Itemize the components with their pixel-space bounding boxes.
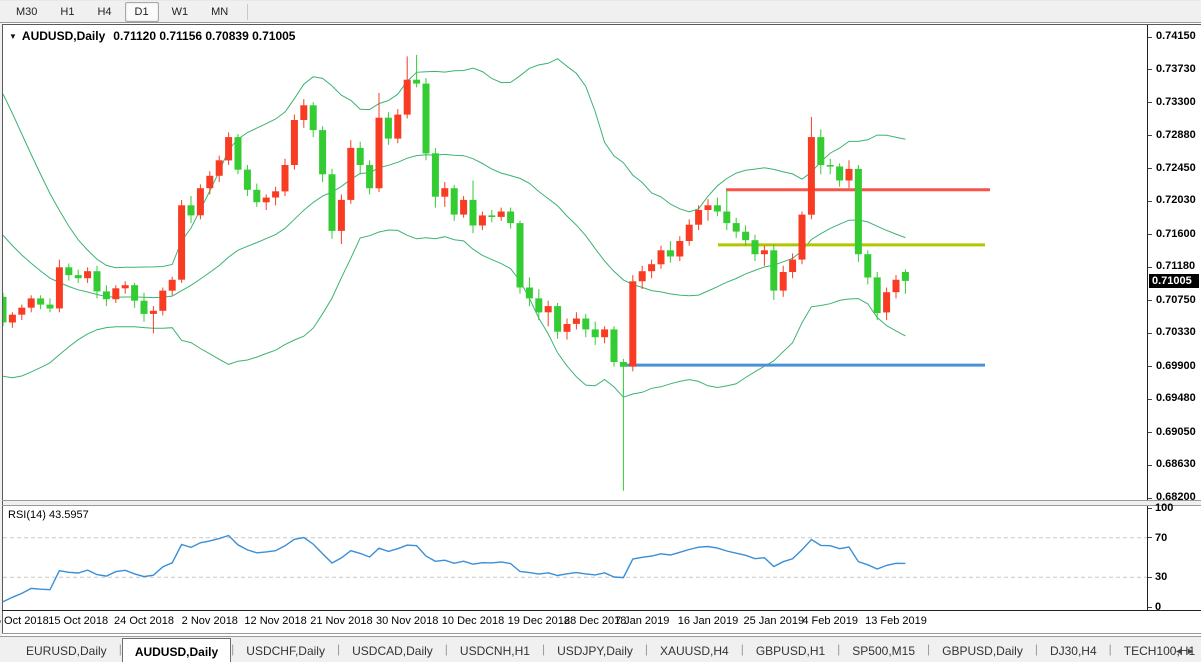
rsi-axis-tick [1148, 508, 1152, 509]
date-axis-label: 4 Feb 2019 [802, 615, 858, 627]
price-axis-label: 0.73730 [1156, 63, 1196, 75]
date-axis-label: 7 Jan 2019 [615, 615, 669, 627]
tab-scroll-buttons: ◄► [1174, 646, 1198, 656]
chart-tab-gbpusd-h1[interactable]: GBPUSD,H1 [744, 640, 837, 662]
price-axis-label: 0.68630 [1156, 458, 1196, 470]
symbol-dropdown-icon[interactable]: ▼ [9, 32, 17, 41]
price-axis-tick [1148, 465, 1152, 466]
rsi-axis-label: 100 [1155, 502, 1173, 514]
price-axis-label: 0.70330 [1156, 326, 1196, 338]
chart-tab-usdjpy-daily[interactable]: USDJPY,Daily [545, 640, 645, 662]
rsi-indicator-label: RSI(14) 43.5957 [8, 509, 89, 521]
rsi-axis-label: 70 [1155, 532, 1167, 544]
price-axis-tick [1148, 300, 1152, 301]
rsi-axis-label: 30 [1155, 571, 1167, 583]
rsi-axis-tick [1148, 577, 1152, 578]
chart-tab-usdcnh-h1[interactable]: USDCNH,H1 [448, 640, 542, 662]
date-axis-label: 24 Oct 2018 [114, 615, 174, 627]
chart-tab-dj30-h4[interactable]: DJ30,H4 [1038, 640, 1109, 662]
chart-tab-bar: EURUSD,Daily|AUDUSD,Daily|USDCHF,Daily|U… [0, 636, 1201, 662]
chart-canvas[interactable] [0, 0, 1201, 662]
price-axis-label: 0.72880 [1156, 129, 1196, 141]
price-axis-tick [1148, 102, 1152, 103]
date-axis-label: 30 Nov 2018 [376, 615, 438, 627]
chart-title: ▼ AUDUSD,Daily 0.71120 0.71156 0.70839 0.7… [9, 29, 295, 43]
rsi-axis-tick [1148, 607, 1152, 608]
price-axis-tick [1148, 399, 1152, 400]
date-axis-label: 10 Dec 2018 [442, 615, 504, 627]
trading-terminal-window: { "toolbar": { "timeframes": ["M30", "H1… [0, 0, 1201, 662]
date-axis-label: 12 Nov 2018 [244, 615, 306, 627]
price-axis-tick [1148, 135, 1152, 136]
price-axis-tick [1148, 432, 1152, 433]
price-axis-tick [1148, 498, 1152, 499]
price-axis-label: 0.74150 [1156, 30, 1196, 42]
price-axis-tick [1148, 37, 1152, 38]
ohlc-values: 0.71120 0.71156 0.70839 0.71005 [113, 29, 295, 43]
chart-tab-usdchf-daily[interactable]: USDCHF,Daily [234, 640, 337, 662]
price-axis-tick [1148, 267, 1152, 268]
rsi-axis-label: 0 [1155, 601, 1161, 613]
price-axis-label: 0.69050 [1156, 426, 1196, 438]
price-axis-label: 0.69480 [1156, 392, 1196, 404]
current-price-tag: 0.71005 [1149, 274, 1199, 288]
date-axis-label: 16 Jan 2019 [678, 615, 739, 627]
chart-tab-xauusd-h4[interactable]: XAUUSD,H4 [648, 640, 741, 662]
date-axis-label: 5 Oct 2018 [0, 615, 49, 627]
price-axis-label: 0.72030 [1156, 194, 1196, 206]
chart-tab-sp500-m15[interactable]: SP500,M15 [840, 640, 927, 662]
price-axis-label: 0.73300 [1156, 96, 1196, 108]
price-axis-label: 0.71600 [1156, 228, 1196, 240]
date-axis-label: 21 Nov 2018 [310, 615, 372, 627]
symbol-label: AUDUSD,Daily [22, 29, 105, 43]
chart-tab-eurusd-daily[interactable]: EURUSD,Daily [14, 640, 119, 662]
chart-tab-usdcad-daily[interactable]: USDCAD,Daily [340, 640, 445, 662]
rsi-axis-tick [1148, 537, 1152, 538]
price-axis-tick [1148, 366, 1152, 367]
price-axis-tick [1148, 201, 1152, 202]
tab-scroll-right-icon[interactable]: ► [1186, 646, 1198, 656]
date-axis-label: 2 Nov 2018 [182, 615, 238, 627]
price-axis-label: 0.72450 [1156, 162, 1196, 174]
price-axis-tick [1148, 69, 1152, 70]
date-axis-label: 19 Dec 2018 [508, 615, 570, 627]
chart-tab-audusd-daily[interactable]: AUDUSD,Daily [122, 638, 231, 662]
date-axis-label: 15 Oct 2018 [48, 615, 108, 627]
price-axis-tick [1148, 333, 1152, 334]
price-axis-tick [1148, 234, 1152, 235]
price-axis-label: 0.70750 [1156, 294, 1196, 306]
date-axis-label: 25 Jan 2019 [744, 615, 805, 627]
tab-scroll-left-icon[interactable]: ◄ [1174, 646, 1186, 656]
date-axis-label: 13 Feb 2019 [865, 615, 927, 627]
chart-tab-gbpusd-daily[interactable]: GBPUSD,Daily [930, 640, 1035, 662]
price-axis-label: 0.69900 [1156, 360, 1196, 372]
price-axis-label: 0.71180 [1156, 260, 1195, 272]
price-axis-tick [1148, 168, 1152, 169]
